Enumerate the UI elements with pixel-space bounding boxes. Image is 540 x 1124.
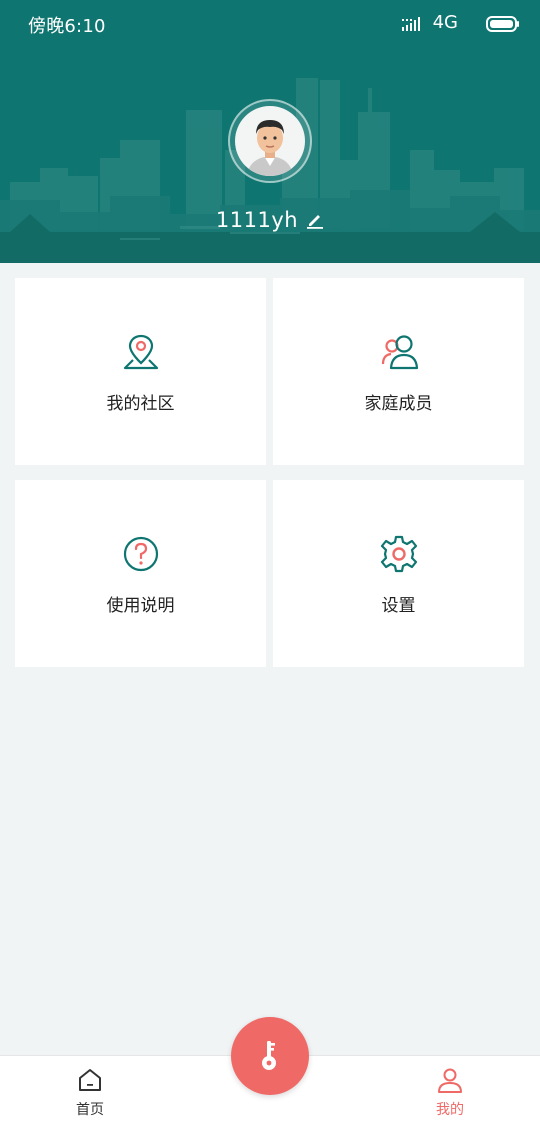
unlock-key-button[interactable] [231,1017,309,1095]
user-avatar-icon [235,106,305,176]
profile-header: 傍晚6:10 4G 1111yh [0,0,540,263]
username-row[interactable]: 1111yh [0,205,540,235]
gear-icon [380,535,418,573]
pencil-icon[interactable] [306,211,324,229]
menu-label-my-community: 我的社区 [106,394,175,414]
user-icon [438,1068,462,1093]
family-members-icon [381,335,419,370]
avatar[interactable] [228,99,312,183]
menu-card-family-members[interactable]: 家庭成员 [273,278,524,465]
nav-mine[interactable]: 我的 [405,1056,495,1124]
nav-mine-label: 我的 [436,1102,464,1118]
nav-home-label: 首页 [76,1102,104,1118]
key-icon [262,1041,276,1070]
username: 1111yh [215,208,299,232]
home-icon [79,1069,101,1091]
location-pin-icon [123,334,159,370]
network-type: 4G [432,12,458,33]
status-time: 傍晚6:10 [28,16,106,37]
signal-icon [402,17,420,31]
menu-label-settings: 设置 [381,596,416,616]
menu-label-user-manual: 使用说明 [106,596,175,616]
nav-home[interactable]: 首页 [45,1056,135,1124]
menu-card-my-community[interactable]: 我的社区 [15,278,266,465]
question-circle-icon [123,536,159,572]
menu-card-user-manual[interactable]: 使用说明 [15,480,266,667]
status-bar: 傍晚6:10 4G [0,0,540,48]
menu-card-settings[interactable]: 设置 [273,480,524,667]
menu-label-family-members: 家庭成员 [364,394,433,414]
profile-screen: 傍晚6:10 4G 1111yh 我的社区 家庭成员 使用说明 设置 首页 我的 [0,0,540,1124]
battery-icon [486,16,519,32]
